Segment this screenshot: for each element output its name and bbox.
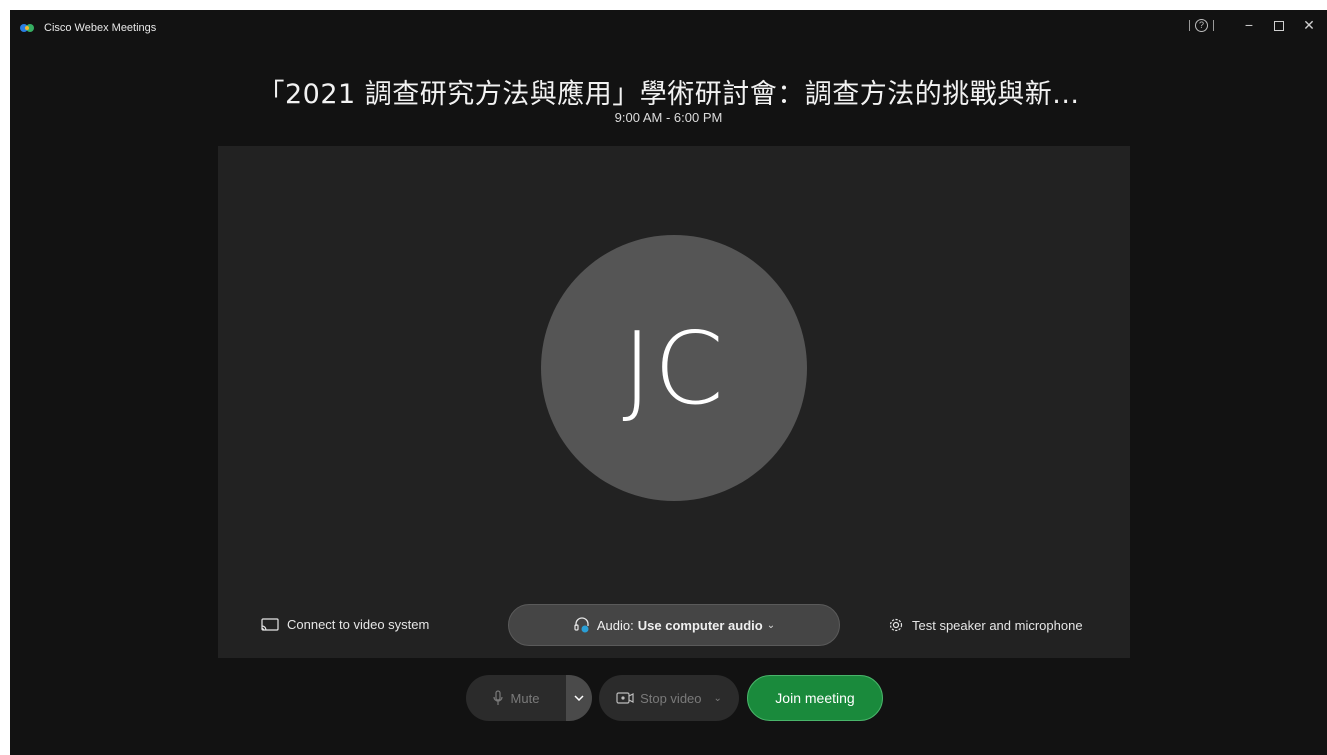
- maximize-icon: [1274, 21, 1284, 32]
- chevron-down-icon: [574, 695, 584, 701]
- title-bar: Cisco Webex Meetings ? − ✕: [10, 10, 1327, 40]
- audio-value: Use computer audio: [637, 617, 763, 633]
- separator: [1189, 19, 1190, 31]
- chevron-down-icon: ⌄: [766, 619, 776, 631]
- mute-label: Mute: [510, 690, 540, 706]
- help-icon: ?: [1195, 18, 1208, 32]
- test-speaker-button[interactable]: Test speaker and microphone: [888, 617, 1083, 633]
- headset-icon: [574, 617, 589, 633]
- webex-logo-icon: [20, 24, 34, 32]
- help-button[interactable]: ?: [1184, 18, 1219, 32]
- avatar-initials: JC: [622, 309, 726, 427]
- window-controls: ? − ✕: [1184, 10, 1327, 40]
- app-title: Cisco Webex Meetings: [44, 22, 157, 34]
- close-button[interactable]: ✕: [1297, 17, 1321, 34]
- camera-icon: [616, 692, 634, 704]
- microphone-icon: [492, 690, 503, 705]
- minimize-button[interactable]: −: [1237, 17, 1261, 33]
- mute-options-button[interactable]: [566, 675, 592, 721]
- connect-video-label: Connect to video system: [287, 617, 430, 632]
- separator: [1213, 19, 1214, 31]
- video-preview: JC Connect to video system Audio: Use co…: [218, 146, 1130, 658]
- stop-video-button[interactable]: Stop video ⌄: [599, 675, 739, 721]
- meeting-title: 「2021 調查研究方法與應用」學術研討會：調查方法的挑戰與新...: [257, 79, 1080, 110]
- window-edge: [0, 10, 10, 755]
- test-speaker-label: Test speaker and microphone: [912, 617, 1083, 633]
- stop-video-label: Stop video: [640, 690, 702, 706]
- gear-icon: [889, 618, 903, 632]
- mute-button[interactable]: Mute: [466, 675, 566, 721]
- join-meeting-button[interactable]: Join meeting: [747, 675, 883, 721]
- audio-select-button[interactable]: Audio: Use computer audio ⌄: [508, 604, 840, 646]
- audio-prefix: Audio:: [596, 617, 634, 633]
- connect-video-system-button[interactable]: Connect to video system: [261, 617, 429, 632]
- meeting-controls: Mute Stop video ⌄ Join meeting: [10, 675, 1327, 721]
- webex-window: Cisco Webex Meetings ? − ✕ 「2021 調查研究方法與…: [10, 10, 1327, 755]
- cast-icon: [261, 617, 279, 631]
- maximize-button[interactable]: [1267, 17, 1291, 33]
- preview-options-bar: Connect to video system Audio: Use compu…: [218, 592, 1130, 658]
- chevron-down-icon[interactable]: ⌄: [714, 693, 722, 704]
- avatar: JC: [541, 235, 807, 501]
- meeting-time: 9:00 AM - 6:00 PM: [614, 110, 723, 125]
